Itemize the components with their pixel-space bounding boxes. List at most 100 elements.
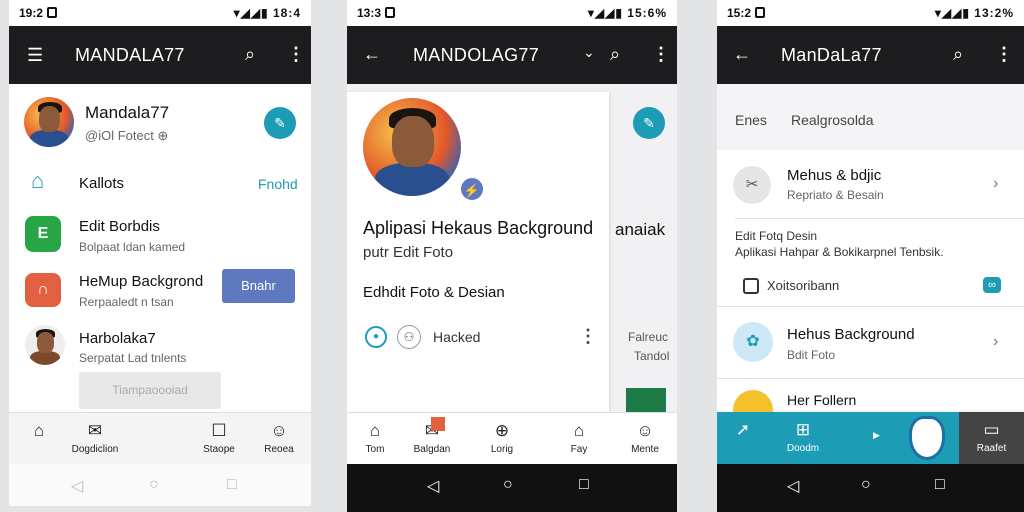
phone-screen-1: 19:2 ▾◢◢▮ 18:4 ☰ MANDALA77 ⌕ ⋮ Mandala77… bbox=[9, 0, 311, 506]
tab-realgrosolda[interactable]: Realgrosolda bbox=[791, 112, 874, 128]
edit-app-icon: E bbox=[25, 216, 61, 252]
app-bar: ☰ MANDALA77 ⌕ ⋮ bbox=[9, 26, 311, 84]
home-nav-icon[interactable]: ○ bbox=[149, 476, 159, 494]
brush-icon: ✿ bbox=[733, 322, 773, 362]
status-time: 13:3 bbox=[357, 6, 396, 20]
row-edit-title[interactable]: Edit Borbdis bbox=[79, 218, 160, 235]
card-icon: ▭ bbox=[983, 420, 1000, 439]
home-icon: ⌂ bbox=[369, 421, 381, 440]
row-follern-title[interactable]: Her Follern bbox=[787, 392, 856, 408]
nav-fay[interactable]: ⌂ Fay bbox=[549, 421, 609, 455]
row-contact-sub: Serpatat Lad tnlents bbox=[79, 351, 187, 365]
row-mehus-sub: Repriato & Besain bbox=[787, 188, 884, 202]
menu-icon[interactable]: ☰ bbox=[27, 46, 43, 64]
search-icon[interactable]: ⌕ bbox=[953, 45, 963, 63]
nav-lorig[interactable]: ⊕ Lorig bbox=[472, 421, 532, 455]
nav-share[interactable]: ➚ bbox=[717, 420, 773, 443]
back-arrow-icon[interactable]: ← bbox=[733, 45, 751, 63]
more-vert-icon[interactable]: ⋮ bbox=[287, 45, 305, 63]
radio-icon[interactable]: ● bbox=[365, 326, 387, 348]
edit-fab[interactable]: ✎ bbox=[633, 107, 665, 139]
contact-avatar[interactable] bbox=[25, 325, 65, 365]
status-bar: 19:2 ▾◢◢▮ 18:4 bbox=[9, 0, 311, 26]
chevron-right-icon[interactable]: › bbox=[993, 175, 998, 193]
checkbox-icon[interactable] bbox=[743, 278, 759, 294]
bookmark-icon: ⌂ bbox=[573, 421, 585, 440]
profile-card: ⚡ Aplipasi Hekaus Background putr Edit F… bbox=[347, 92, 609, 412]
nav-tom[interactable]: ⌂ Tom bbox=[347, 421, 405, 455]
notification-badge bbox=[431, 417, 445, 431]
search-icon[interactable]: ⌕ bbox=[610, 45, 620, 63]
more-vert-icon[interactable]: ⋮ bbox=[995, 45, 1013, 63]
tag-icon[interactable]: ⚇ bbox=[397, 325, 421, 349]
back-nav-icon[interactable]: ◁ bbox=[787, 476, 799, 496]
profile-handle: @iOl Fotect ⊕ bbox=[85, 128, 169, 143]
edit-icon: ✎ bbox=[643, 115, 655, 131]
home-nav-icon[interactable]: ○ bbox=[861, 476, 871, 494]
drop-icon[interactable] bbox=[909, 416, 945, 460]
divider bbox=[735, 218, 1024, 219]
recents-nav-icon[interactable]: □ bbox=[579, 476, 589, 494]
search-icon[interactable]: ⌕ bbox=[245, 45, 255, 63]
back-nav-icon[interactable]: ◁ bbox=[427, 476, 439, 496]
card-more-icon[interactable]: ⋮ bbox=[579, 326, 597, 347]
chevron-right-icon[interactable]: › bbox=[993, 333, 998, 351]
nav-doodm[interactable]: ⊞ Doodm bbox=[773, 420, 833, 454]
bottom-navigation: ⌂Tom ✉Balgdan ⊕Lorig ⌂Fay ☺Mente bbox=[347, 412, 677, 464]
card-subtitle: putr Edit Foto bbox=[363, 244, 454, 261]
share-icon: ➚ bbox=[735, 420, 751, 439]
recents-nav-icon[interactable]: □ bbox=[227, 476, 237, 494]
phone-screen-2: 13:3 ▾◢◢▮ 15:6% ← MANDOLAG77 ⌄ ⌕ ⋮ ⚡ Apl… bbox=[347, 0, 677, 512]
home-icon: ⌂ bbox=[33, 421, 45, 440]
card-section-title: Edhdit Foto & Desian bbox=[363, 284, 505, 301]
system-nav: ◁ ○ □ bbox=[347, 464, 677, 512]
block-line-2: Aplikasi Hahpar & Bokikarpnel Tenbsik. bbox=[735, 245, 944, 259]
app-bar: ← MANDOLAG77 ⌄ ⌕ ⋮ bbox=[347, 26, 677, 84]
home-nav-icon[interactable]: ○ bbox=[503, 476, 513, 494]
back-arrow-icon[interactable]: ← bbox=[363, 45, 381, 63]
card-label: Hacked bbox=[433, 329, 481, 345]
row-mehus-title[interactable]: Mehus & bdjic bbox=[787, 167, 881, 184]
action-button[interactable]: Bnahr bbox=[222, 269, 295, 303]
nav-reoea[interactable]: ☺ Reoea bbox=[249, 421, 309, 455]
avatar[interactable] bbox=[24, 97, 74, 147]
row-kallots-title[interactable]: Kallots bbox=[79, 175, 124, 192]
row-hehus-title[interactable]: Hehus Background bbox=[787, 326, 915, 343]
divider bbox=[717, 378, 1024, 379]
link-badge-icon[interactable]: ∞ bbox=[983, 277, 1001, 293]
edit-fab[interactable]: ✎ bbox=[264, 107, 296, 139]
disabled-button[interactable]: Tiampaoooiad bbox=[79, 372, 221, 409]
status-bar: 15:2 ▾◢◢▮ 13:2% bbox=[717, 0, 1024, 26]
row-background-title[interactable]: HeMup Backgrond bbox=[79, 273, 203, 290]
chevron-down-icon[interactable]: ⌄ bbox=[583, 45, 595, 59]
back-nav-icon[interactable]: ◁ bbox=[71, 476, 83, 496]
peek-app-icon bbox=[626, 388, 666, 414]
row-contact-title[interactable]: Harbolaka7 bbox=[79, 330, 156, 347]
nav-mente[interactable]: ☺ Mente bbox=[615, 421, 675, 455]
peek-line-2: Tandol bbox=[634, 349, 670, 363]
status-time: 15:2 bbox=[727, 6, 766, 20]
recents-nav-icon[interactable]: □ bbox=[935, 476, 945, 494]
nav-home[interactable]: ⌂ bbox=[9, 421, 69, 444]
messenger-icon[interactable]: ⚡ bbox=[459, 176, 485, 202]
home-icon: ⌂ bbox=[31, 168, 45, 193]
tab-enes[interactable]: Enes bbox=[735, 112, 767, 128]
peek-title: anaiak bbox=[615, 220, 666, 239]
gift-icon: ⊞ bbox=[795, 420, 811, 439]
app-title: MANDALA77 bbox=[75, 45, 185, 65]
phone-screen-3: 15:2 ▾◢◢▮ 13:2% ← ManDaLa77 ⌕ ⋮ Enes Rea… bbox=[717, 0, 1024, 512]
nav-staope[interactable]: ☐ Staope bbox=[189, 421, 249, 455]
play-icon[interactable]: ▶ bbox=[873, 430, 880, 441]
nav-dogdiclion[interactable]: ✉ Dogdiclion bbox=[65, 421, 125, 455]
row-edit-sub: Bolpaat ldan kamed bbox=[79, 240, 186, 254]
avatar[interactable] bbox=[363, 98, 461, 196]
row-hehus-sub: Bdit Foto bbox=[787, 348, 836, 362]
find-link[interactable]: Fnohd bbox=[258, 176, 298, 192]
edit-icon: ✎ bbox=[274, 115, 286, 131]
divider bbox=[717, 306, 1024, 307]
bottom-navigation: ⌂ ✉ Dogdiclion ☐ Staope ☺ Reoea bbox=[9, 412, 311, 464]
more-vert-icon[interactable]: ⋮ bbox=[652, 45, 670, 63]
tool-icon: ✂ bbox=[733, 166, 771, 204]
status-icons: ▾◢◢▮ 15:6% bbox=[587, 6, 667, 20]
nav-raafet[interactable]: ▭ Raafet bbox=[959, 412, 1024, 464]
